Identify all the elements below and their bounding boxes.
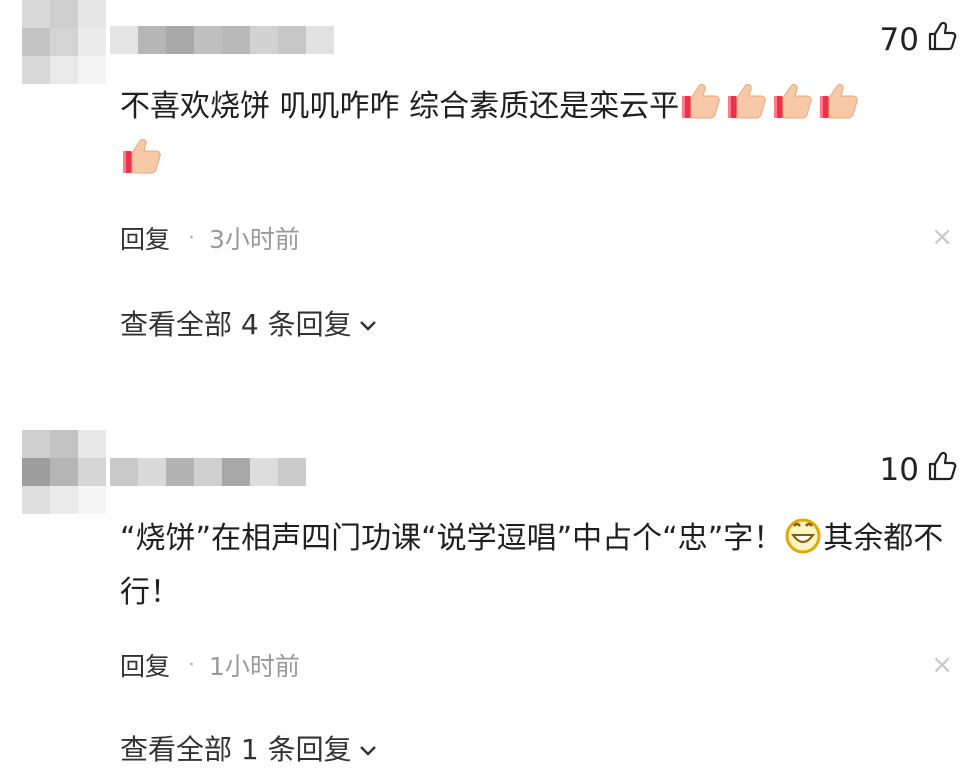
separator-dot: · bbox=[188, 225, 196, 251]
reply-button[interactable]: 回复 bbox=[120, 220, 170, 256]
chevron-down-icon bbox=[358, 307, 378, 340]
reply-button[interactable]: 回复 bbox=[120, 647, 170, 683]
comment-meta: 回复 · 1小时前 bbox=[120, 647, 300, 683]
timestamp: 3小时前 bbox=[209, 225, 300, 254]
separator-dot: · bbox=[188, 652, 196, 678]
grinning-face-emoji-icon bbox=[784, 516, 822, 569]
thumbs-up-emoji-icon bbox=[726, 82, 770, 137]
like-count[interactable]: 10 bbox=[880, 450, 957, 490]
view-all-replies-button[interactable]: 查看全部 1 条回复 bbox=[120, 728, 378, 768]
chevron-down-icon bbox=[358, 732, 378, 765]
view-all-replies-label: 查看全部 4 条回复 bbox=[120, 308, 352, 341]
like-count[interactable]: 70 bbox=[880, 20, 957, 60]
thumbs-up-emoji-icon bbox=[121, 137, 165, 192]
thumbs-up-emoji-icon bbox=[680, 82, 724, 137]
thumbs-up-outline-icon[interactable] bbox=[927, 450, 957, 490]
comment-text-body: “烧饼”在相声四门功课“说学逗唱”中占个“忠”字！ bbox=[120, 521, 784, 556]
avatar[interactable] bbox=[22, 0, 106, 84]
close-icon[interactable]: × bbox=[931, 222, 953, 252]
close-icon[interactable]: × bbox=[931, 650, 953, 680]
like-count-value: 70 bbox=[879, 22, 919, 58]
thumbs-up-emoji-icon bbox=[818, 82, 862, 137]
username[interactable] bbox=[110, 26, 334, 54]
like-count-value: 10 bbox=[879, 452, 919, 488]
username[interactable] bbox=[110, 458, 306, 486]
view-all-replies-label: 查看全部 1 条回复 bbox=[120, 733, 352, 766]
thumbs-up-outline-icon[interactable] bbox=[927, 20, 957, 60]
comment-text: “烧饼”在相声四门功课“说学逗唱”中占个“忠”字！ 其余都不行！ bbox=[120, 515, 960, 617]
comment-item: 10 “烧饼”在相声四门功课“说学逗唱”中占个“忠”字！ 其余都不行！ 回复 · … bbox=[0, 410, 975, 784]
view-all-replies-button[interactable]: 查看全部 4 条回复 bbox=[120, 303, 378, 343]
comment-meta: 回复 · 3小时前 bbox=[120, 220, 300, 256]
comment-text-body: 不喜欢烧饼 叽叽咋咋 综合素质还是栾云平 bbox=[120, 89, 680, 124]
comment-text: 不喜欢烧饼 叽叽咋咋 综合素质还是栾云平 bbox=[120, 82, 960, 192]
thumbs-up-emoji-icon bbox=[772, 82, 816, 137]
timestamp: 1小时前 bbox=[209, 652, 300, 681]
avatar[interactable] bbox=[22, 430, 106, 514]
comment-item: 70 不喜欢烧饼 叽叽咋咋 综合素质还是栾云平 回复 · 3小时前 × 查看全部… bbox=[0, 0, 975, 380]
